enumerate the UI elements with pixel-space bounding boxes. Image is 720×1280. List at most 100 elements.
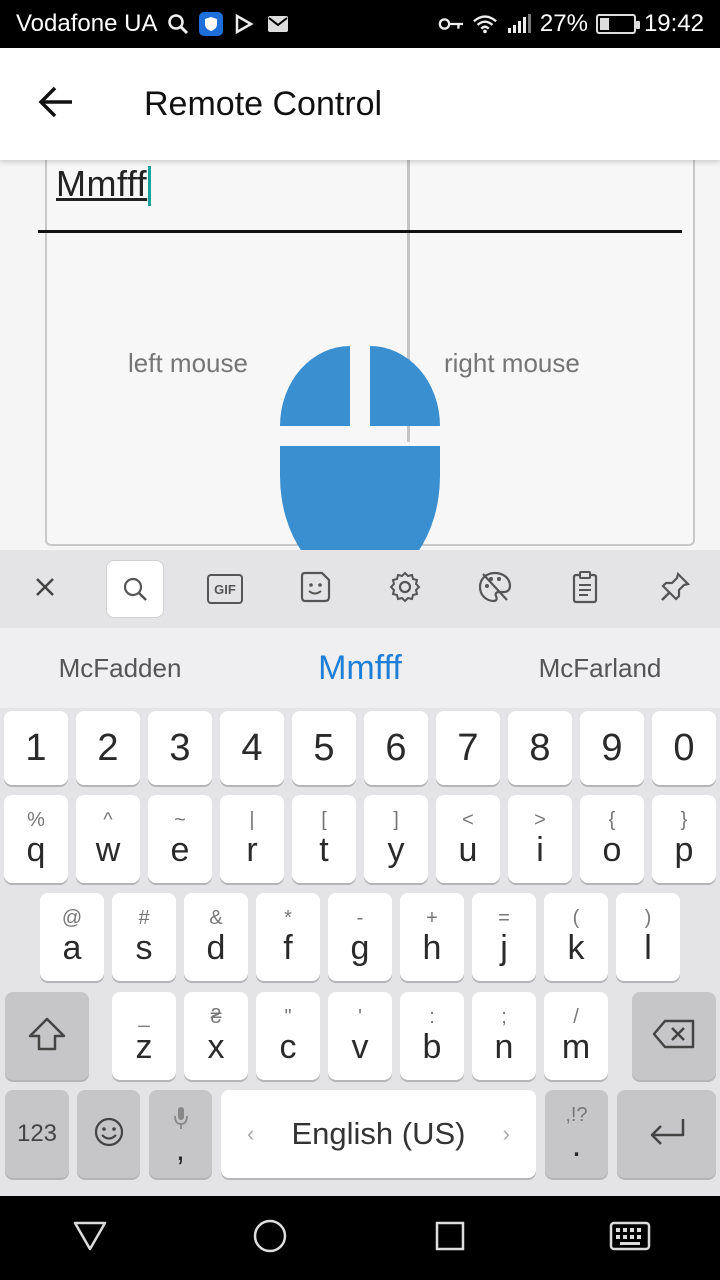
backspace-key[interactable] (632, 992, 716, 1080)
suggestion-item-primary[interactable]: Mmfff (250, 649, 470, 688)
key-5[interactable]: 5 (292, 711, 356, 785)
key-w[interactable]: ^ w (76, 795, 140, 883)
key-label: 6 (385, 727, 407, 769)
symbols-key[interactable]: 123 (5, 1090, 69, 1178)
key-s[interactable]: # s (112, 893, 176, 981)
pin-toolbar-button[interactable] (630, 550, 720, 628)
theme-icon (477, 570, 513, 609)
key-r[interactable]: | r (220, 795, 284, 883)
key-o[interactable]: {o (580, 795, 644, 883)
remote-text-input[interactable]: Mmfff (56, 162, 152, 207)
key-8[interactable]: 8 (508, 711, 572, 785)
comma-key-label: , (176, 1130, 185, 1167)
text-caret (148, 166, 152, 207)
key-label: g (350, 929, 370, 967)
sticker-button[interactable] (270, 550, 360, 628)
chevron-left-icon: ‹ (247, 1121, 255, 1146)
key-label: 4 (241, 727, 263, 769)
key-secondary-label: ] (393, 809, 399, 831)
suggestion-item[interactable]: McFadden (10, 653, 230, 684)
remote-text-value: Mmfff (56, 163, 148, 204)
key-label: 2 (97, 727, 119, 769)
key-secondary-label: | (249, 809, 255, 831)
key-secondary-label: : (429, 1006, 435, 1028)
key-7[interactable]: 7 (436, 711, 500, 785)
key-secondary-label: ) (644, 907, 652, 929)
mouse-body[interactable] (280, 446, 440, 550)
gif-button[interactable]: GIF (180, 550, 270, 628)
status-right: 27% 19:42 (438, 10, 704, 38)
key-label: e (170, 831, 190, 869)
key-secondary-label: ^ (103, 809, 113, 831)
key-i[interactable]: > i (508, 795, 572, 883)
key-f[interactable]: * f (256, 893, 320, 981)
back-button[interactable] (0, 48, 112, 160)
backspace-icon (651, 1018, 697, 1055)
key-label: x (207, 1028, 225, 1066)
key-label: p (674, 831, 694, 869)
shift-icon (27, 1016, 67, 1057)
shield-icon (199, 12, 224, 36)
key-label: u (458, 831, 478, 869)
keyboard-settings-button[interactable] (360, 550, 450, 628)
enter-key[interactable] (617, 1090, 716, 1178)
key-n[interactable]: ; n (472, 992, 536, 1080)
app-bar: Remote Control (0, 48, 720, 160)
nav-back-button[interactable] (50, 1196, 130, 1280)
key-label: 0 (673, 727, 695, 769)
key-9[interactable]: 9 (580, 711, 644, 785)
key-g[interactable]: -g (328, 893, 392, 981)
key-label: b (422, 1028, 442, 1066)
key-l[interactable]: ) l (616, 893, 680, 981)
space-key[interactable]: ‹ English (US) › (221, 1090, 536, 1178)
key-1[interactable]: 1 (4, 711, 68, 785)
key-6[interactable]: 6 (364, 711, 428, 785)
key-t[interactable]: [t (292, 795, 356, 883)
key-secondary-label: < (462, 809, 474, 831)
key-y[interactable]: ] y (364, 795, 428, 883)
clipboard-icon (571, 570, 599, 609)
key-u[interactable]: < u (436, 795, 500, 883)
nav-keyboard-hide-button[interactable] (590, 1196, 670, 1280)
key-3[interactable]: 3 (148, 711, 212, 785)
enter-icon (644, 1115, 690, 1154)
suggestion-item[interactable]: McFarland (490, 653, 710, 684)
key-j[interactable]: = j (472, 893, 536, 981)
comma-key[interactable]: , (149, 1090, 212, 1178)
theme-button[interactable] (450, 550, 540, 628)
key-z[interactable]: _ z (112, 992, 176, 1080)
emoji-key[interactable] (77, 1090, 140, 1178)
key-label: r (246, 831, 258, 869)
shift-key[interactable] (5, 992, 89, 1080)
clipboard-button[interactable] (540, 550, 630, 628)
key-b[interactable]: :b (400, 992, 464, 1080)
battery-icon (595, 14, 640, 34)
key-k[interactable]: (k (544, 893, 608, 981)
key-label: c (279, 1028, 297, 1066)
close-toolbar-button[interactable] (0, 550, 90, 628)
key-q[interactable]: % q (4, 795, 68, 883)
key-p[interactable]: } p (652, 795, 716, 883)
key-h[interactable]: + h (400, 893, 464, 981)
key-x[interactable]: ₴ x (184, 992, 248, 1080)
nav-home-button[interactable] (230, 1196, 310, 1280)
nav-recents-button[interactable] (410, 1196, 490, 1280)
period-key[interactable]: ,!? . (545, 1090, 608, 1178)
key-label: o (602, 831, 622, 869)
key-d[interactable]: & d (184, 893, 248, 981)
key-secondary-label: & (209, 907, 223, 929)
key-secondary-label: " (284, 1006, 292, 1028)
battery-fill (599, 18, 609, 30)
key-label: m (561, 1028, 591, 1066)
key-e[interactable]: ~ e (148, 795, 212, 883)
key-m[interactable]: / m (544, 992, 608, 1080)
key-label: h (422, 929, 442, 967)
key-a[interactable]: @ a (40, 893, 104, 981)
key-2[interactable]: 2 (76, 711, 140, 785)
key-4[interactable]: 4 (220, 711, 284, 785)
key-c[interactable]: " c (256, 992, 320, 1080)
key-v[interactable]: ' v (328, 992, 392, 1080)
key-secondary-label: ' (358, 1006, 362, 1028)
keyboard-search-button[interactable] (90, 550, 180, 628)
key-0[interactable]: 0 (652, 711, 716, 785)
